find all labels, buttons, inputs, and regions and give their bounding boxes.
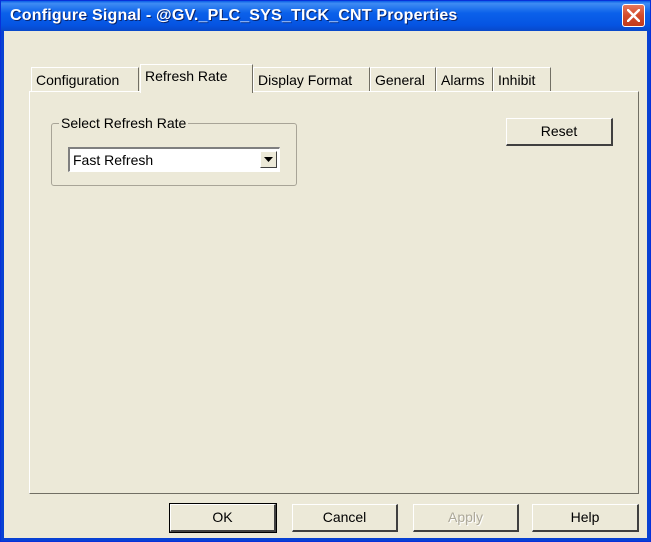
tab-label: Refresh Rate: [145, 68, 228, 84]
tab-label: General: [375, 72, 425, 88]
dropdown-button[interactable]: [260, 151, 277, 168]
close-button[interactable]: [622, 4, 645, 27]
tab-label: Inhibit: [498, 72, 536, 88]
refresh-rate-select[interactable]: Fast Refresh: [68, 147, 280, 172]
properties-dialog: Configure Signal - @GV._PLC_SYS_TICK_CNT…: [0, 0, 651, 542]
tab-general[interactable]: General: [370, 67, 436, 91]
cancel-button[interactable]: Cancel: [292, 504, 398, 532]
title-bar[interactable]: Configure Signal - @GV._PLC_SYS_TICK_CNT…: [1, 1, 650, 31]
tab-label: Alarms: [441, 72, 485, 88]
tab-configuration[interactable]: Configuration: [31, 67, 139, 91]
tab-label: Display Format: [258, 72, 353, 88]
chevron-down-icon: [264, 157, 273, 162]
window-frame-bottom: [1, 538, 650, 541]
tab-inhibit[interactable]: Inhibit: [493, 67, 551, 91]
tab-alarms[interactable]: Alarms: [436, 67, 493, 91]
tab-display-format[interactable]: Display Format: [253, 67, 370, 91]
reset-button[interactable]: Reset: [506, 118, 613, 146]
window-title: Configure Signal - @GV._PLC_SYS_TICK_CNT…: [10, 7, 458, 24]
tab-label: Configuration: [36, 72, 120, 88]
refresh-rate-value: Fast Refresh: [73, 152, 154, 168]
window-frame-right: [647, 31, 650, 541]
close-icon: [627, 9, 640, 22]
window-frame-left: [1, 31, 4, 541]
refresh-rate-group-label: Select Refresh Rate: [59, 115, 189, 131]
apply-button[interactable]: Apply: [413, 504, 519, 532]
ok-button[interactable]: OK: [169, 503, 277, 533]
help-button[interactable]: Help: [532, 504, 639, 532]
tab-refresh-rate[interactable]: Refresh Rate: [140, 64, 253, 93]
